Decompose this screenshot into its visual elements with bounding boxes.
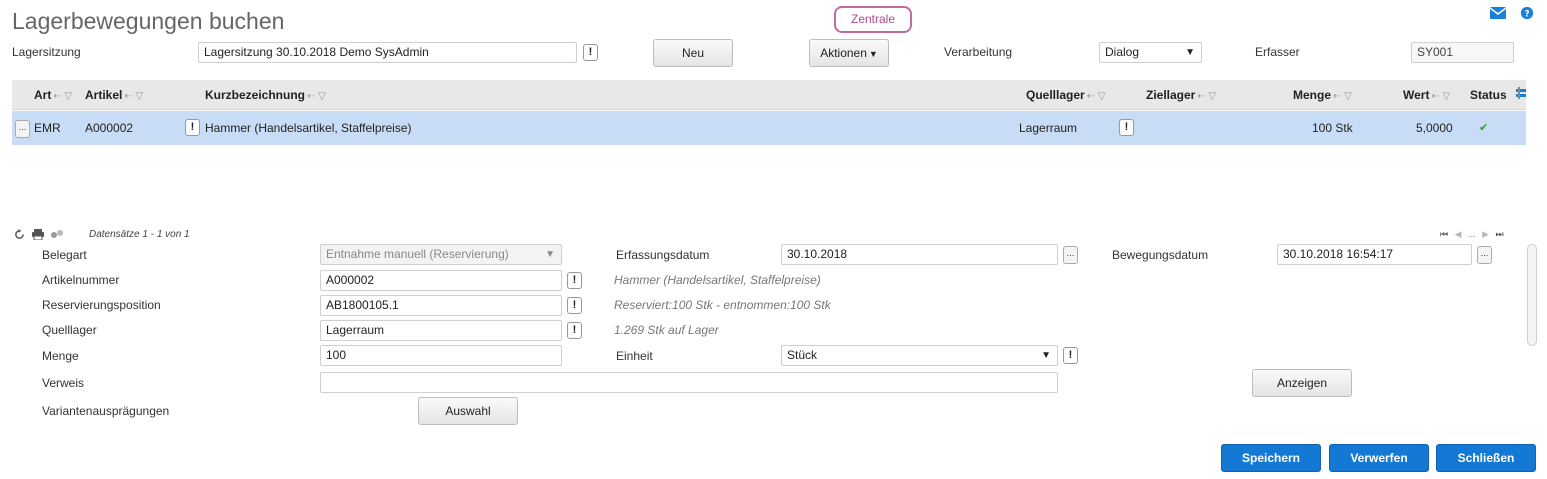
col-wert[interactable]: Wert ⇠ ▽ xyxy=(1403,80,1450,110)
sort-filter-icon[interactable]: ⇠ ▽ xyxy=(1333,91,1352,102)
auswahl-button[interactable]: Auswahl xyxy=(418,397,518,425)
cell-art: EMR xyxy=(34,121,61,135)
chevron-down-icon: ▼ xyxy=(545,249,555,260)
new-button[interactable]: Neu xyxy=(653,39,733,67)
status-ok-icon: ✔ xyxy=(1479,122,1489,134)
bewegungsdatum-label: Bewegungsdatum xyxy=(1112,248,1209,262)
sort-filter-icon[interactable]: ⇠ ▽ xyxy=(1431,91,1450,102)
belegart-select[interactable]: Entnahme manuell (Reservierung) ▼ xyxy=(320,244,562,265)
einheit-lookup-button[interactable]: ! xyxy=(1063,347,1078,364)
anzeigen-button[interactable]: Anzeigen xyxy=(1252,369,1352,397)
pager: ⏮ ◀ ... ▶ ⏭ xyxy=(1440,229,1504,240)
session-label: Lagersitzung xyxy=(12,45,81,59)
col-kurzbezeichnung[interactable]: Kurzbezeichnung ⇠ ▽ xyxy=(205,80,326,110)
artikelnummer-label: Artikelnummer xyxy=(42,273,120,287)
processing-label: Verarbeitung xyxy=(944,45,1013,59)
artikel-lookup-button[interactable]: ! xyxy=(185,119,200,136)
einheit-label: Einheit xyxy=(616,349,653,363)
reservierung-label: Reservierungsposition xyxy=(42,298,161,312)
print-icon[interactable] xyxy=(32,229,44,243)
discard-button[interactable]: Verwerfen xyxy=(1329,444,1429,472)
col-artikel[interactable]: Artikel ⇠ ▽ xyxy=(85,80,143,110)
refresh-icon[interactable] xyxy=(14,229,25,243)
column-chooser-icon[interactable] xyxy=(1516,87,1526,104)
prev-page-icon[interactable]: ◀ xyxy=(1455,229,1462,239)
sort-filter-icon[interactable]: ⇠ ▽ xyxy=(1087,91,1106,102)
form-scrollbar[interactable] xyxy=(1527,244,1537,346)
belegart-value: Entnahme manuell (Reservierung) xyxy=(326,247,509,261)
verweis-label: Verweis xyxy=(42,376,85,390)
varianten-label: Variantenausprägungen xyxy=(42,404,170,418)
col-status[interactable]: Status xyxy=(1470,80,1507,110)
col-menge[interactable]: Menge ⇠ ▽ xyxy=(1293,80,1352,110)
sort-filter-icon[interactable]: ⇠ ▽ xyxy=(1197,91,1216,102)
artikel-hint: Hammer (Handelsartikel, Staffelpreise) xyxy=(614,273,821,287)
cell-artikel: A000002 xyxy=(85,121,134,135)
svg-text:?: ? xyxy=(1524,10,1529,20)
chevron-down-icon: ▼ xyxy=(1185,47,1195,58)
recorder-label: Erfasser xyxy=(1255,45,1300,59)
menge-label: Menge xyxy=(42,349,79,363)
einheit-select[interactable]: Stück ▼ xyxy=(781,345,1058,366)
bewegungsdatum-field[interactable]: 30.10.2018 16:54:17 xyxy=(1277,244,1472,265)
quelllager-field[interactable]: Lagerraum xyxy=(320,320,562,341)
cell-quelllager: Lagerraum xyxy=(1019,121,1078,135)
records-count: Datensätze 1 - 1 von 1 xyxy=(89,229,190,240)
cell-wert: 5,0000 xyxy=(1416,121,1453,135)
bewegungsdatum-picker-button[interactable]: ... xyxy=(1477,246,1492,264)
col-ziellager[interactable]: Ziellager ⇠ ▽ xyxy=(1146,80,1216,110)
save-button[interactable]: Speichern xyxy=(1221,444,1321,472)
grid-header: Art ⇠ ▽ Artikel ⇠ ▽ Kurzbezeichnung ⇠ ▽ Que… xyxy=(12,80,1526,110)
close-button[interactable]: Schließen xyxy=(1436,444,1536,472)
cell-menge: 100 Stk xyxy=(1312,121,1353,135)
einheit-value: Stück xyxy=(787,348,818,362)
quelllager-lookup-button[interactable]: ! xyxy=(1119,119,1134,136)
row-menu-button[interactable]: ... xyxy=(15,120,30,138)
belegart-label: Belegart xyxy=(42,248,87,262)
session-lookup-button[interactable]: ! xyxy=(583,44,598,61)
erfassungsdatum-picker-button[interactable]: ... xyxy=(1063,246,1078,264)
cell-kurzbezeichnung: Hammer (Handelsartikel, Staffelpreise) xyxy=(205,121,412,135)
verweis-field[interactable] xyxy=(320,372,1058,393)
chevron-down-icon: ▼ xyxy=(1041,350,1051,361)
tenant-badge[interactable]: Zentrale xyxy=(834,6,912,33)
actions-label: Aktionen xyxy=(820,46,867,60)
quelllager-hint: 1.269 Stk auf Lager xyxy=(614,323,719,337)
col-quelllager[interactable]: Quelllager ⇠ ▽ xyxy=(1026,80,1106,110)
first-page-icon[interactable]: ⏮ xyxy=(1440,229,1448,239)
table-row[interactable]: ... EMR A000002 ! Hammer (Handelsartikel… xyxy=(12,111,1526,145)
pager-dots: ... xyxy=(1468,229,1476,239)
quelllager-label: Quelllager xyxy=(42,323,97,337)
erfassungsdatum-field[interactable]: 30.10.2018 xyxy=(781,244,1058,265)
recorder-field[interactable]: SY001 xyxy=(1411,42,1514,63)
reservierung-field[interactable]: AB1800105.1 xyxy=(320,295,562,316)
help-icon[interactable]: ? xyxy=(1519,6,1535,20)
session-field[interactable]: Lagersitzung 30.10.2018 Demo SysAdmin xyxy=(198,42,577,63)
page-title: Lagerbewegungen buchen xyxy=(12,8,285,34)
caret-down-icon: ▼ xyxy=(868,49,878,59)
processing-value: Dialog xyxy=(1105,45,1140,59)
sort-filter-icon[interactable]: ⇠ ▽ xyxy=(124,91,143,102)
mail-icon[interactable] xyxy=(1490,6,1506,20)
last-page-icon[interactable]: ⏭ xyxy=(1496,229,1504,239)
sort-filter-icon[interactable]: ⇠ ▽ xyxy=(53,91,72,102)
col-art[interactable]: Art ⇠ ▽ xyxy=(34,80,72,110)
processing-select[interactable]: Dialog ▼ xyxy=(1099,42,1202,63)
reservierung-lookup-button[interactable]: ! xyxy=(567,297,582,314)
quelllager-form-lookup-button[interactable]: ! xyxy=(567,322,582,339)
settings-icon[interactable] xyxy=(50,229,64,243)
artikelnummer-lookup-button[interactable]: ! xyxy=(567,272,582,289)
menge-field[interactable]: 100 xyxy=(320,345,562,366)
sort-filter-icon[interactable]: ⇠ ▽ xyxy=(307,91,326,102)
next-page-icon[interactable]: ▶ xyxy=(1482,229,1489,239)
erfassungsdatum-label: Erfassungsdatum xyxy=(616,248,710,262)
artikelnummer-field[interactable]: A000002 xyxy=(320,270,562,291)
reservierung-hint: Reserviert:100 Stk - entnommen:100 Stk xyxy=(614,298,831,312)
actions-button[interactable]: Aktionen ▼ xyxy=(809,39,889,67)
